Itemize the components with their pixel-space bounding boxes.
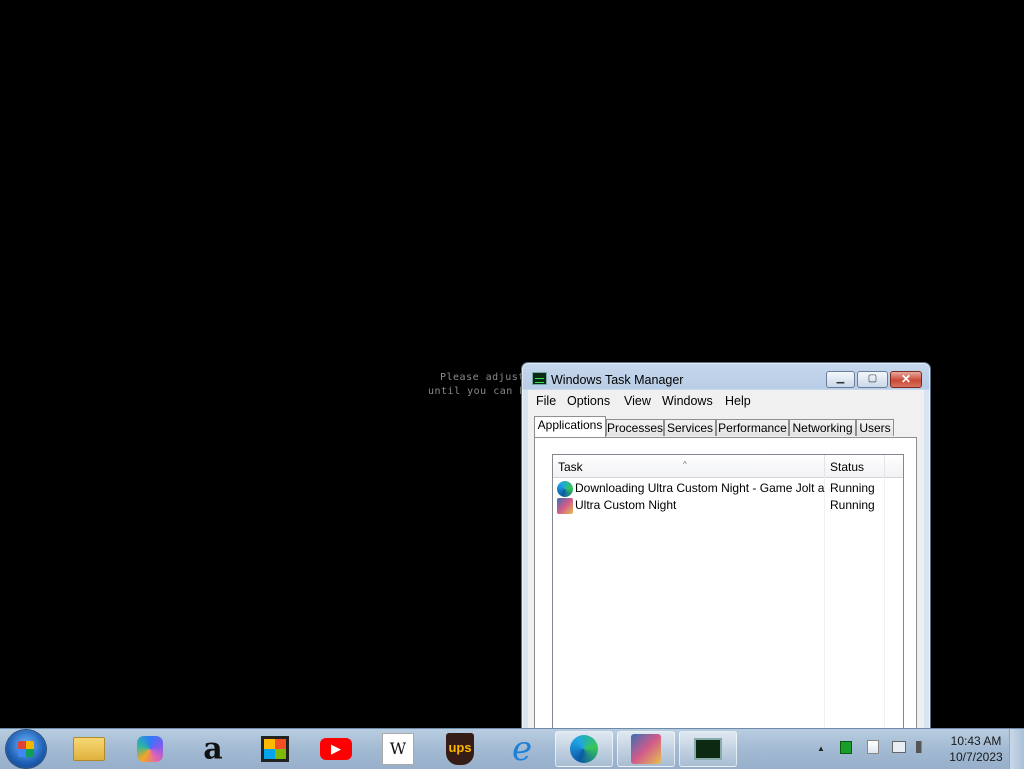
column-divider xyxy=(824,477,825,743)
title-bar[interactable]: Windows Task Manager ▁ ▢ ✕ xyxy=(522,363,930,393)
menu-bar: File Options View Windows Help xyxy=(528,390,924,411)
game-hint-line-2: until you can he xyxy=(428,386,533,397)
task-status: Running xyxy=(830,481,875,495)
menu-view[interactable]: View xyxy=(624,394,651,408)
edge-icon xyxy=(557,481,573,497)
column-header-status-label: Status xyxy=(830,460,865,474)
list-item[interactable]: Ultra Custom Night Running xyxy=(555,497,903,514)
minimize-button[interactable]: ▁ xyxy=(826,371,855,388)
task-list[interactable]: Task ^ Status Downloading Ultra Custom N… xyxy=(552,454,904,744)
ucn-game-icon[interactable] xyxy=(617,731,675,767)
start-button[interactable] xyxy=(6,730,46,768)
tab-performance[interactable]: Performance xyxy=(716,419,789,436)
list-header: Task ^ Status xyxy=(553,455,903,478)
column-header-task[interactable]: Task ^ xyxy=(553,455,825,477)
taskbar: a ▶ W ups e ▲ 10:43 AM 10/7/2023 xyxy=(0,728,1024,769)
close-icon: ✕ xyxy=(900,372,912,386)
minimize-icon: ▁ xyxy=(836,373,845,384)
column-header-status[interactable]: Status xyxy=(825,455,885,477)
copilot-icon[interactable] xyxy=(121,731,179,767)
clock-date: 10/7/2023 xyxy=(949,750,1003,764)
show-desktop-button[interactable] xyxy=(1009,729,1024,769)
column-divider xyxy=(884,477,885,743)
tab-networking[interactable]: Networking xyxy=(789,419,856,436)
network-icon[interactable] xyxy=(892,741,906,753)
volume-muted-icon[interactable] xyxy=(916,741,930,753)
task-manager-window[interactable]: Windows Task Manager ▁ ▢ ✕ File Options … xyxy=(521,362,931,747)
youtube-icon[interactable]: ▶ xyxy=(307,731,365,767)
tab-users[interactable]: Users xyxy=(856,419,894,436)
menu-file[interactable]: File xyxy=(536,394,556,408)
menu-options[interactable]: Options xyxy=(567,394,610,408)
close-button[interactable]: ✕ xyxy=(890,371,922,388)
show-hidden-icons-icon[interactable]: ▲ xyxy=(817,744,825,753)
task-name: Downloading Ultra Custom Night - Game Jo… xyxy=(575,481,825,495)
window-title: Windows Task Manager xyxy=(551,373,684,387)
game-hint-line-1: Please adjust xyxy=(440,372,525,383)
menu-windows[interactable]: Windows xyxy=(662,394,713,408)
internet-explorer-icon[interactable]: e xyxy=(493,729,551,769)
ucn-game-icon xyxy=(557,498,573,514)
maximize-icon: ▢ xyxy=(867,373,878,384)
file-explorer-icon[interactable] xyxy=(60,731,118,767)
task-manager-app-icon xyxy=(532,372,547,385)
microsoft-store-icon[interactable] xyxy=(246,731,304,767)
notification-area: ▲ 10:43 AM 10/7/2023 xyxy=(812,729,1024,769)
menu-help[interactable]: Help xyxy=(725,394,751,408)
ups-icon[interactable]: ups xyxy=(431,731,489,767)
column-header-task-label: Task xyxy=(558,460,583,474)
edge-icon[interactable] xyxy=(555,731,613,767)
amazon-icon[interactable]: a xyxy=(184,731,242,767)
task-manager-cpu-icon[interactable] xyxy=(840,741,852,754)
task-status: Running xyxy=(830,498,875,512)
maximize-button[interactable]: ▢ xyxy=(857,371,888,388)
wikipedia-icon[interactable]: W xyxy=(369,731,427,767)
task-name: Ultra Custom Night xyxy=(575,498,677,512)
list-item[interactable]: Downloading Ultra Custom Night - Game Jo… xyxy=(555,480,903,497)
clock[interactable]: 10:43 AM 10/7/2023 xyxy=(942,733,1010,765)
tab-applications[interactable]: Applications xyxy=(534,416,606,437)
tab-services[interactable]: Services xyxy=(664,419,716,436)
action-center-icon[interactable] xyxy=(867,740,879,754)
sort-ascending-icon: ^ xyxy=(683,460,687,469)
tab-processes[interactable]: Processes xyxy=(606,419,664,436)
task-manager-icon[interactable] xyxy=(679,731,737,767)
clock-time: 10:43 AM xyxy=(950,734,1002,748)
